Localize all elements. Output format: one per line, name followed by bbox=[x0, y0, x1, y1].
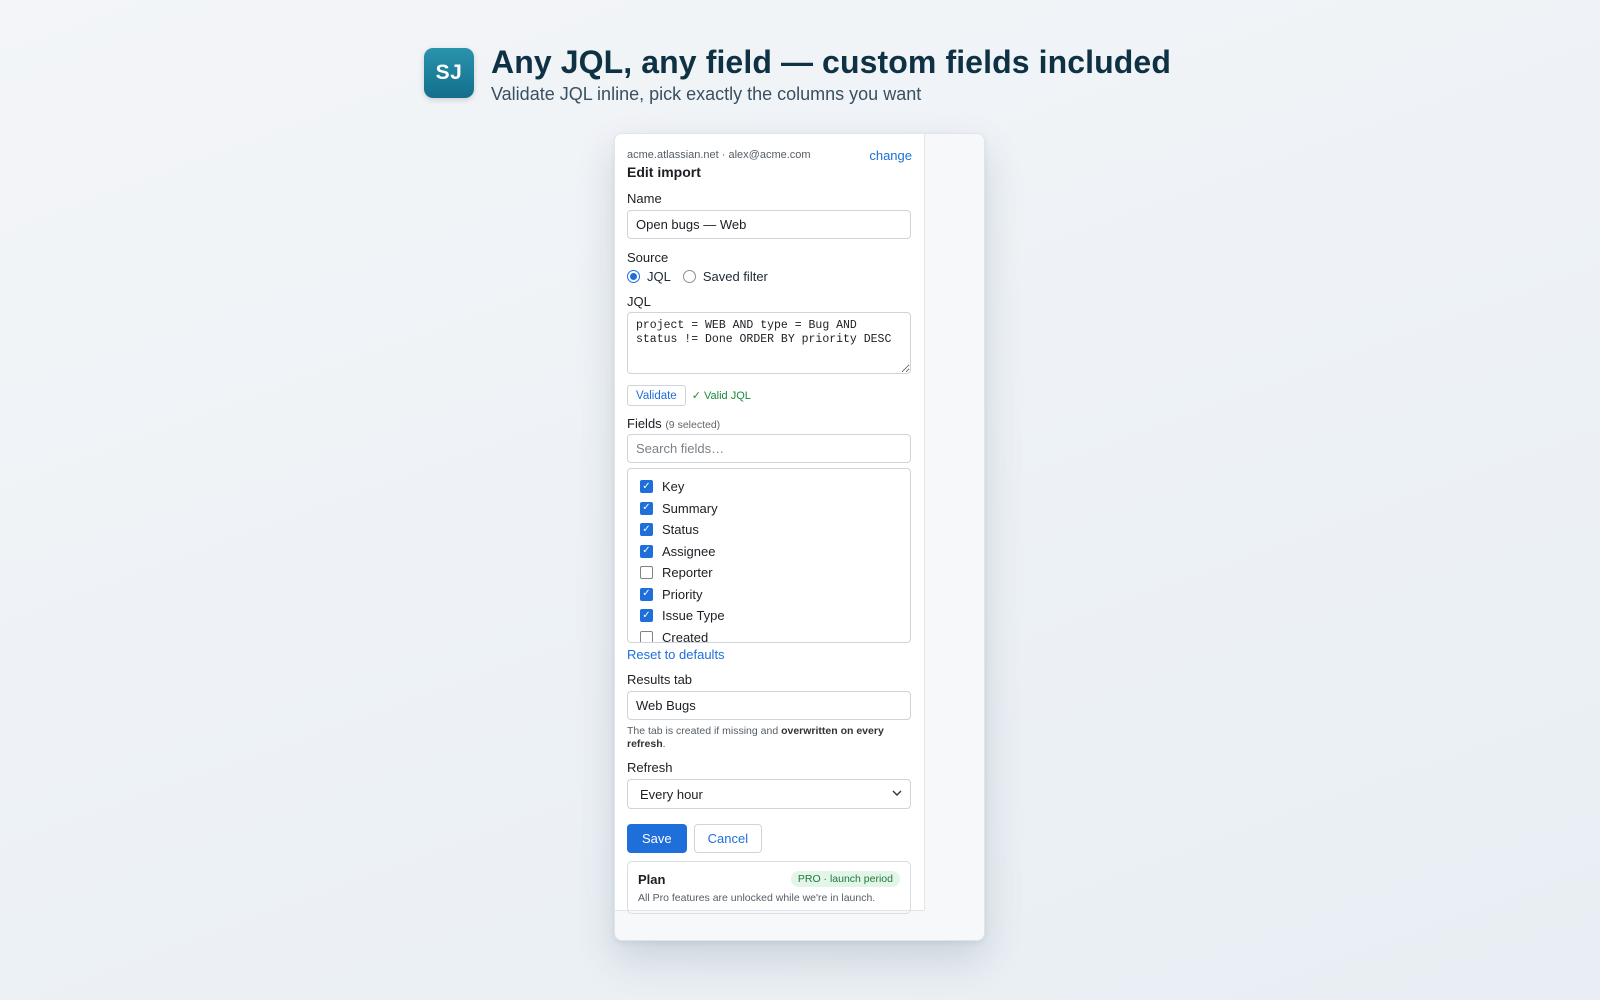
jql-label: JQL bbox=[627, 294, 651, 309]
cancel-button[interactable]: Cancel bbox=[693, 824, 763, 853]
jql-valid-status: ✓ Valid JQL bbox=[691, 390, 751, 402]
validate-row: Validate ✓ Valid JQL bbox=[627, 385, 912, 406]
results-tab-input[interactable] bbox=[627, 691, 911, 720]
field-label: Created bbox=[662, 629, 709, 643]
panel-title: Edit import bbox=[627, 164, 701, 180]
refresh-select[interactable]: Every hour bbox=[627, 779, 911, 809]
hero-header: SJ Any JQL, any field — custom fields in… bbox=[424, 44, 1171, 105]
fields-list[interactable]: ✓ Key ✓ Summary ✓ Status ✓ Assignee Repo… bbox=[627, 468, 911, 643]
jql-textarea[interactable]: project = WEB AND type = Bug AND status … bbox=[627, 312, 911, 374]
field-checkbox[interactable] bbox=[640, 630, 653, 642]
field-label: Reporter bbox=[662, 565, 713, 581]
validate-button[interactable]: Validate bbox=[627, 385, 686, 406]
plan-box: Plan PRO · launch period All Pro feature… bbox=[627, 861, 911, 914]
reset-defaults-link[interactable]: Reset to defaults bbox=[627, 647, 912, 662]
source-label: Source bbox=[627, 250, 669, 265]
results-tab-label: Results tab bbox=[627, 672, 693, 687]
refresh-label: Refresh bbox=[627, 760, 673, 775]
field-item-created[interactable]: Created bbox=[640, 627, 910, 643]
source-jql-radio[interactable] bbox=[627, 270, 640, 283]
field-item-priority[interactable]: ✓ Priority bbox=[640, 584, 910, 606]
refresh-selected-value: Every hour bbox=[640, 786, 703, 802]
name-label: Name bbox=[627, 191, 662, 206]
check-icon[interactable]: ✓ bbox=[640, 587, 653, 601]
fields-label: Fields (9 selected) bbox=[627, 416, 912, 431]
fields-search-input[interactable] bbox=[627, 434, 911, 463]
field-item-status[interactable]: ✓ Status bbox=[640, 519, 910, 541]
check-icon[interactable]: ✓ bbox=[640, 523, 653, 537]
account-info: acme.atlassian.net · alex@acme.com bbox=[627, 149, 811, 161]
hero-text: Any JQL, any field — custom fields inclu… bbox=[491, 44, 1171, 105]
plan-badge: PRO · launch period bbox=[790, 871, 900, 887]
change-account-link[interactable]: change bbox=[869, 148, 912, 163]
field-item-key[interactable]: ✓ Key bbox=[640, 476, 910, 498]
plan-title: Plan bbox=[638, 871, 666, 887]
field-label: Summary bbox=[662, 500, 718, 516]
field-item-summary[interactable]: ✓ Summary bbox=[640, 498, 910, 520]
help-text: The tab is created if missing and bbox=[627, 725, 782, 737]
field-item-issue-type[interactable]: ✓ Issue Type bbox=[640, 605, 910, 627]
plan-note: All Pro features are unlocked while we'r… bbox=[638, 892, 876, 904]
check-icon[interactable]: ✓ bbox=[640, 544, 653, 558]
app-logo: SJ bbox=[424, 48, 474, 98]
account-row: acme.atlassian.net · alex@acme.com chang… bbox=[627, 147, 912, 163]
sidebar-window: acme.atlassian.net · alex@acme.com chang… bbox=[614, 133, 985, 941]
source-radio-group: JQL Saved filter bbox=[627, 269, 912, 284]
hero-title: Any JQL, any field — custom fields inclu… bbox=[491, 44, 1171, 80]
field-label: Assignee bbox=[662, 543, 716, 559]
check-icon[interactable]: ✓ bbox=[640, 609, 653, 623]
fields-label-text: Fields bbox=[627, 416, 662, 431]
field-label: Issue Type bbox=[662, 608, 725, 624]
field-label: Priority bbox=[662, 586, 703, 602]
edit-import-panel: acme.atlassian.net · alex@acme.com chang… bbox=[615, 134, 925, 914]
source-saved-filter-label[interactable]: Saved filter bbox=[703, 269, 768, 284]
hero-subtitle: Validate JQL inline, pick exactly the co… bbox=[491, 84, 922, 104]
plan-header: Plan PRO · launch period bbox=[638, 871, 900, 887]
source-jql-label[interactable]: JQL bbox=[647, 269, 671, 284]
field-label: Key bbox=[662, 479, 685, 495]
chevron-down-icon bbox=[892, 788, 902, 800]
field-item-assignee[interactable]: ✓ Assignee bbox=[640, 541, 910, 563]
help-suffix: . bbox=[662, 737, 666, 750]
fields-selected-count: (9 selected) bbox=[665, 419, 721, 431]
name-input[interactable] bbox=[627, 210, 911, 239]
check-icon[interactable]: ✓ bbox=[640, 480, 653, 494]
field-label: Status bbox=[662, 522, 699, 538]
field-item-reporter[interactable]: Reporter bbox=[640, 562, 910, 584]
form-actions: Save Cancel bbox=[627, 824, 912, 853]
save-button[interactable]: Save bbox=[627, 824, 687, 853]
source-saved-filter-radio[interactable] bbox=[682, 270, 696, 283]
check-icon[interactable]: ✓ bbox=[640, 501, 653, 515]
field-checkbox[interactable] bbox=[640, 566, 653, 580]
results-tab-help: The tab is created if missing and overwr… bbox=[627, 725, 911, 750]
